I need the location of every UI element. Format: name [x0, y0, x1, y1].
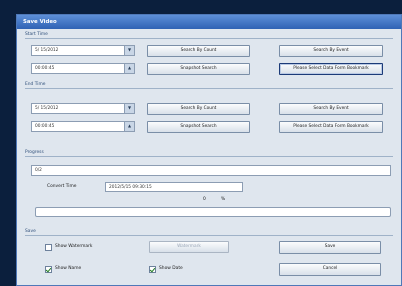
start-time-divider: [25, 38, 393, 39]
progress-status-field: 0/2: [31, 165, 391, 176]
spinner-icon[interactable]: ▲: [124, 64, 134, 73]
show-date-label: Show Date: [159, 266, 183, 271]
end-search-by-event-button[interactable]: Search By Event: [279, 103, 383, 115]
spinner-icon[interactable]: ▲: [124, 122, 134, 131]
progress-bar: [35, 207, 391, 217]
end-time-field[interactable]: 00:00:45 ▲: [31, 121, 135, 132]
convert-time-value: 2012/5/15 09:30:15: [109, 185, 152, 190]
convert-time-label: Convert Time: [47, 184, 77, 189]
show-name-label: Show Name: [55, 266, 82, 271]
start-search-by-event-button[interactable]: Search By Event: [279, 45, 383, 57]
start-date-value: 5/ 15/2012: [35, 48, 59, 53]
end-time-value: 00:00:45: [35, 124, 55, 129]
watermark-button[interactable]: Watermark: [149, 241, 229, 253]
start-time-label: Start Time: [25, 32, 48, 37]
start-snapshot-search-button[interactable]: Snapshot Search: [147, 63, 250, 75]
start-time-field[interactable]: 00:00:45 ▲: [31, 63, 135, 74]
save-button[interactable]: Save: [279, 241, 381, 254]
start-bookmark-button[interactable]: Please Select Data Form Bookmark: [279, 63, 383, 75]
end-time-divider: [25, 88, 393, 89]
convert-time-field: 2012/5/15 09:30:15: [105, 182, 243, 192]
chevron-down-icon[interactable]: ▼: [124, 104, 134, 113]
cancel-button[interactable]: Cancel: [279, 263, 381, 276]
progress-status-value: 0/2: [35, 168, 42, 173]
end-search-by-count-button[interactable]: Search By Count: [147, 103, 250, 115]
percent-sign: %: [221, 197, 226, 202]
window-title: Save Video: [17, 15, 401, 29]
start-time-value: 00:00:45: [35, 66, 55, 71]
save-divider: [25, 235, 393, 236]
save-section-label: Save: [25, 229, 36, 234]
progress-divider: [25, 156, 393, 157]
chevron-down-icon[interactable]: ▼: [124, 46, 134, 55]
percent-value: 0: [203, 197, 206, 202]
end-snapshot-search-button[interactable]: Snapshot Search: [147, 121, 250, 133]
end-date-value: 5/ 15/2012: [35, 106, 59, 111]
save-video-dialog: Save Video Start Time 5/ 15/2012 ▼ Searc…: [16, 14, 402, 286]
desktop-background: { "window": { "title": "Save Video" }, "…: [0, 0, 402, 286]
show-date-checkbox[interactable]: [149, 266, 156, 273]
show-name-checkbox[interactable]: [45, 266, 52, 273]
progress-label: Progress: [25, 150, 44, 155]
show-watermark-label: Show Watermark: [55, 244, 93, 249]
end-date-field[interactable]: 5/ 15/2012 ▼: [31, 103, 135, 114]
start-date-field[interactable]: 5/ 15/2012 ▼: [31, 45, 135, 56]
show-watermark-checkbox[interactable]: [45, 244, 52, 251]
end-time-label: End Time: [25, 82, 46, 87]
end-bookmark-button[interactable]: Please Select Data Form Bookmark: [279, 121, 383, 133]
start-search-by-count-button[interactable]: Search By Count: [147, 45, 250, 57]
